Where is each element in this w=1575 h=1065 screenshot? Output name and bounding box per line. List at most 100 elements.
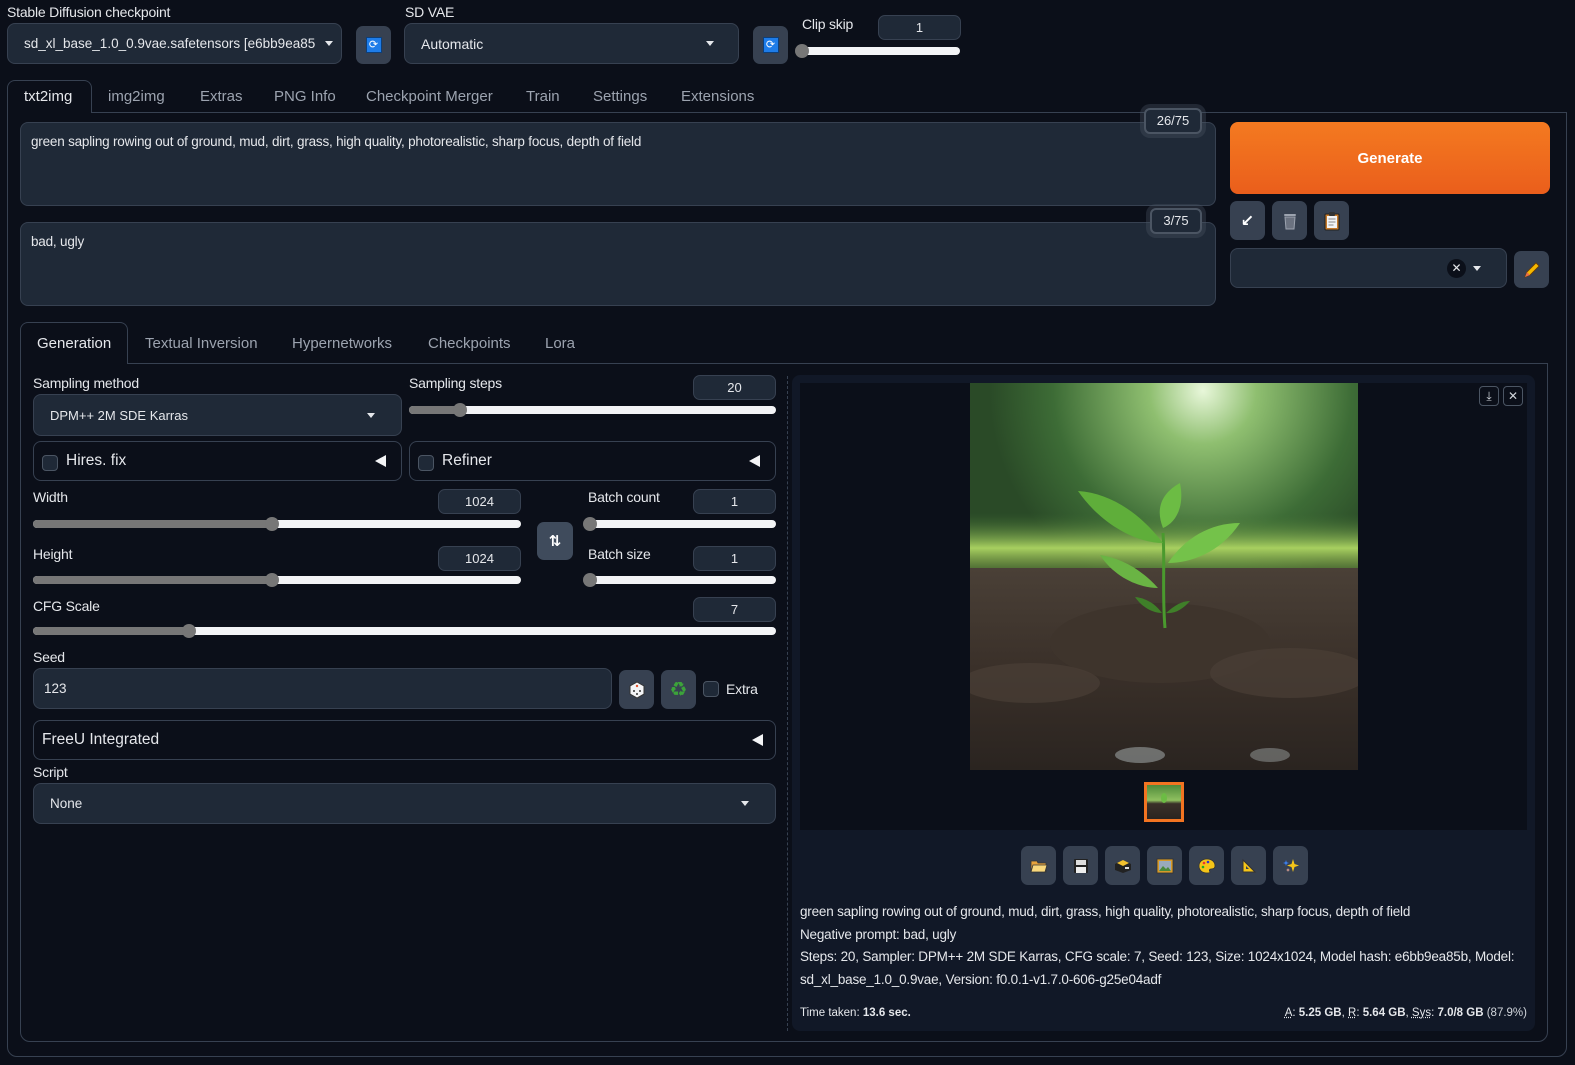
sparkle-button[interactable]: [1273, 846, 1308, 885]
tab-settings[interactable]: Settings: [593, 88, 647, 105]
batch-count-slider[interactable]: [583, 517, 776, 531]
send-to-extras-button[interactable]: [1231, 846, 1266, 885]
zip-button[interactable]: [1105, 846, 1140, 885]
extra-label: Extra: [726, 681, 758, 697]
tab-lora[interactable]: Lora: [545, 335, 575, 352]
info-params-1: Steps: 20, Sampler: DPM++ 2M SDE Karras,…: [800, 949, 1515, 964]
slider-thumb[interactable]: [583, 573, 597, 587]
tab-hypernetworks[interactable]: Hypernetworks: [292, 335, 392, 352]
clip-skip-label: Clip skip: [802, 16, 854, 32]
refresh-checkpoint-button[interactable]: ⟳: [356, 26, 391, 64]
height-input[interactable]: 1024: [438, 546, 521, 571]
mem-sys-label: Sys: [1411, 1007, 1432, 1019]
checkpoint-dropdown[interactable]: sd_xl_base_1.0_0.9vae.safetensors [e6bb9…: [7, 23, 342, 64]
generation-info: green sapling rowing out of ground, mud,…: [800, 901, 1527, 991]
send-to-inpaint-button[interactable]: [1189, 846, 1224, 885]
reuse-seed-button[interactable]: ♻: [661, 670, 696, 709]
width-input[interactable]: 1024: [438, 489, 521, 514]
read-params-button[interactable]: ↙: [1230, 201, 1265, 240]
random-seed-button[interactable]: [619, 670, 654, 709]
batch-size-input[interactable]: 1: [693, 546, 776, 571]
slider-thumb[interactable]: [265, 517, 280, 531]
send-to-img2img-button[interactable]: [1147, 846, 1182, 885]
tab-textual-inversion[interactable]: Textual Inversion: [145, 335, 258, 352]
download-button[interactable]: ⤓: [1479, 386, 1499, 406]
tab-txt2img[interactable]: txt2img: [24, 88, 72, 105]
generated-image[interactable]: [970, 383, 1358, 770]
time-value: 13.6 sec.: [862, 1007, 911, 1019]
cfg-scale-label: CFG Scale: [33, 598, 100, 614]
refiner-checkbox[interactable]: [418, 455, 434, 471]
info-prompt: green sapling rowing out of ground, mud,…: [800, 904, 1411, 919]
clip-skip-slider[interactable]: [795, 44, 960, 58]
mem-a-value: 5.25 GB: [1298, 1007, 1342, 1019]
tab-train[interactable]: Train: [526, 88, 560, 105]
clear-icon[interactable]: ✕: [1447, 258, 1466, 278]
mem-r-value: 5.64 GB: [1362, 1007, 1406, 1019]
slider-thumb[interactable]: [182, 624, 197, 638]
positive-prompt-input[interactable]: [20, 122, 1216, 206]
checkpoint-value: sd_xl_base_1.0_0.9vae.safetensors [e6bb9…: [24, 36, 316, 51]
seed-input[interactable]: 123: [33, 668, 612, 709]
slider-thumb[interactable]: [583, 517, 597, 531]
script-dropdown[interactable]: None: [33, 783, 776, 824]
extra-seed-checkbox[interactable]: [703, 681, 719, 697]
tab-extensions[interactable]: Extensions: [681, 88, 754, 105]
height-slider[interactable]: [33, 573, 521, 587]
refresh-vae-button[interactable]: ⟳: [753, 26, 788, 64]
hires-fix-checkbox[interactable]: [42, 455, 58, 471]
open-folder-button[interactable]: [1021, 846, 1056, 885]
slider-thumb[interactable]: [795, 44, 809, 58]
apply-styles-button[interactable]: [1314, 201, 1349, 240]
sampling-steps-slider[interactable]: [409, 403, 776, 417]
batch-size-slider[interactable]: [583, 573, 776, 587]
sampling-steps-input[interactable]: 20: [693, 375, 776, 400]
hires-fix-accordion[interactable]: Hires. fix: [33, 441, 402, 481]
tab-img2img[interactable]: img2img: [108, 88, 165, 105]
swap-dimensions-button[interactable]: ⇅: [537, 522, 573, 560]
negative-prompt-input[interactable]: [20, 222, 1216, 306]
clip-skip-input[interactable]: 1: [878, 15, 961, 40]
chevron-down-icon: [367, 412, 375, 418]
tab-checkpoints[interactable]: Checkpoints: [428, 335, 511, 352]
thumbnail-sapling: [1161, 793, 1167, 803]
width-slider[interactable]: [33, 517, 521, 531]
palette-icon: [1198, 858, 1215, 873]
save-icon: [1073, 858, 1088, 873]
column-divider: [787, 376, 788, 1031]
sampling-method-dropdown[interactable]: DPM++ 2M SDE Karras: [33, 394, 402, 436]
freeu-accordion[interactable]: FreeU Integrated: [33, 720, 776, 760]
batch-count-input[interactable]: 1: [693, 489, 776, 514]
mem-r-label: R: [1348, 1007, 1357, 1019]
refiner-accordion[interactable]: Refiner: [409, 441, 776, 481]
cfg-scale-slider[interactable]: [33, 624, 776, 638]
tab-png-info[interactable]: PNG Info: [274, 88, 336, 105]
cfg-scale-input[interactable]: 7: [693, 597, 776, 622]
tab-generation[interactable]: Generation: [37, 335, 111, 352]
tab-checkpoint-merger[interactable]: Checkpoint Merger: [366, 88, 493, 105]
thumbnail[interactable]: [1144, 782, 1184, 822]
vae-dropdown[interactable]: Automatic: [404, 23, 739, 64]
arrow-down-left-icon: ↙: [1240, 212, 1255, 230]
vae-label: SD VAE: [405, 4, 455, 20]
tab-extras[interactable]: Extras: [200, 88, 243, 105]
clear-prompt-button[interactable]: [1272, 201, 1307, 240]
sampling-method-label: Sampling method: [33, 375, 139, 391]
collapse-arrow-icon[interactable]: [752, 734, 763, 746]
generate-label: Generate: [1357, 149, 1423, 167]
save-button[interactable]: [1063, 846, 1098, 885]
sampling-method-value: DPM++ 2M SDE Karras: [50, 407, 188, 423]
refresh-icon: ⟳: [365, 37, 382, 53]
edit-styles-button[interactable]: [1514, 251, 1549, 288]
time-label: Time taken:: [800, 1007, 860, 1019]
generate-button[interactable]: Generate: [1230, 122, 1550, 194]
download-icon: ⤓: [1486, 388, 1492, 403]
styles-dropdown[interactable]: ✕: [1230, 248, 1507, 288]
chevron-down-icon: [741, 801, 749, 806]
close-image-button[interactable]: ✕: [1503, 386, 1523, 406]
collapse-arrow-icon[interactable]: [749, 455, 760, 467]
collapse-arrow-icon[interactable]: [375, 455, 386, 467]
negative-token-count: 3/75: [1150, 208, 1202, 234]
slider-thumb[interactable]: [265, 573, 280, 587]
refiner-label: Refiner: [442, 452, 492, 469]
